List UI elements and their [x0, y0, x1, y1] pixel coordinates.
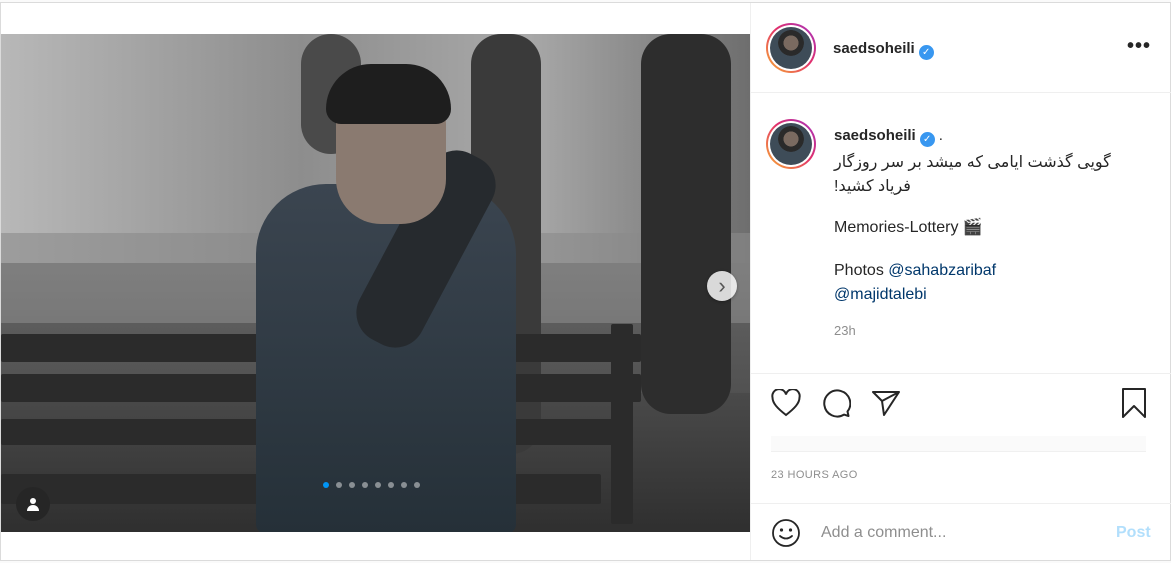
carousel-dot	[323, 482, 329, 488]
like-button[interactable]	[769, 386, 803, 420]
carousel-dot	[336, 482, 342, 488]
caption-mention-line: @majidtalebi	[834, 286, 927, 304]
carousel-dot	[401, 482, 407, 488]
mention-link[interactable]: @majidtalebi	[834, 286, 927, 303]
user-tag-icon	[27, 498, 39, 511]
comment-button[interactable]	[819, 386, 853, 420]
post-media: ›	[1, 3, 750, 560]
verified-badge-icon: ✓	[919, 132, 935, 147]
caption-time[interactable]: 23h	[834, 323, 856, 338]
likes-summary	[771, 436, 1146, 452]
carousel-dot	[414, 482, 420, 488]
post-header: saedsoheili ✓ •••	[751, 3, 1171, 93]
carousel-dot	[362, 482, 368, 488]
more-options-button[interactable]: •••	[1127, 35, 1151, 58]
carousel-dot	[388, 482, 394, 488]
carousel-indicator	[323, 482, 420, 488]
carousel-dot	[349, 482, 355, 488]
share-button[interactable]	[869, 386, 903, 420]
more-options-icon: •••	[1127, 35, 1152, 57]
save-button[interactable]	[1117, 386, 1151, 420]
post-sidebar: saedsoheili ✓ ••• saedsoheili ✓. گویی گذشت…	[750, 3, 1171, 560]
chevron-right-icon: ›	[718, 273, 726, 298]
heart-icon	[771, 389, 801, 417]
comment-icon	[823, 389, 851, 418]
carousel-dot	[375, 482, 381, 488]
post-photo[interactable]	[1, 34, 750, 532]
bookmark-icon	[1122, 388, 1146, 418]
caption-title: Memories-Lottery 🎬	[834, 219, 983, 236]
caption-photos-credit: Photos @sahabzaribaf	[834, 262, 997, 279]
instagram-post: › saedsoheili ✓ ••• saedsoheili ✓ . گویی…	[0, 2, 1171, 561]
user-tags-button[interactable]	[16, 487, 50, 521]
caption-username: saedsoheili ✓.	[834, 127, 943, 147]
avatar[interactable]	[766, 23, 816, 73]
mention-link[interactable]: @sahabzaribaf	[888, 262, 996, 279]
comment-input[interactable]	[821, 521, 1101, 545]
post-timestamp[interactable]: 23 HOURS AGO	[771, 469, 858, 481]
add-comment-row: Post	[751, 503, 1171, 560]
caption-text: گویی گذشت ایامی که میشد بر سر روزگار فری…	[834, 154, 1111, 195]
action-bar	[751, 373, 1171, 438]
post-comment-button[interactable]: Post	[1116, 524, 1151, 542]
share-icon	[872, 391, 900, 416]
header-username[interactable]: saedsoheili ✓	[833, 40, 934, 60]
caption-avatar[interactable]	[766, 119, 816, 169]
next-slide-button[interactable]: ›	[707, 271, 737, 301]
verified-badge-icon: ✓	[918, 45, 934, 60]
emoji-icon[interactable]	[771, 518, 801, 548]
